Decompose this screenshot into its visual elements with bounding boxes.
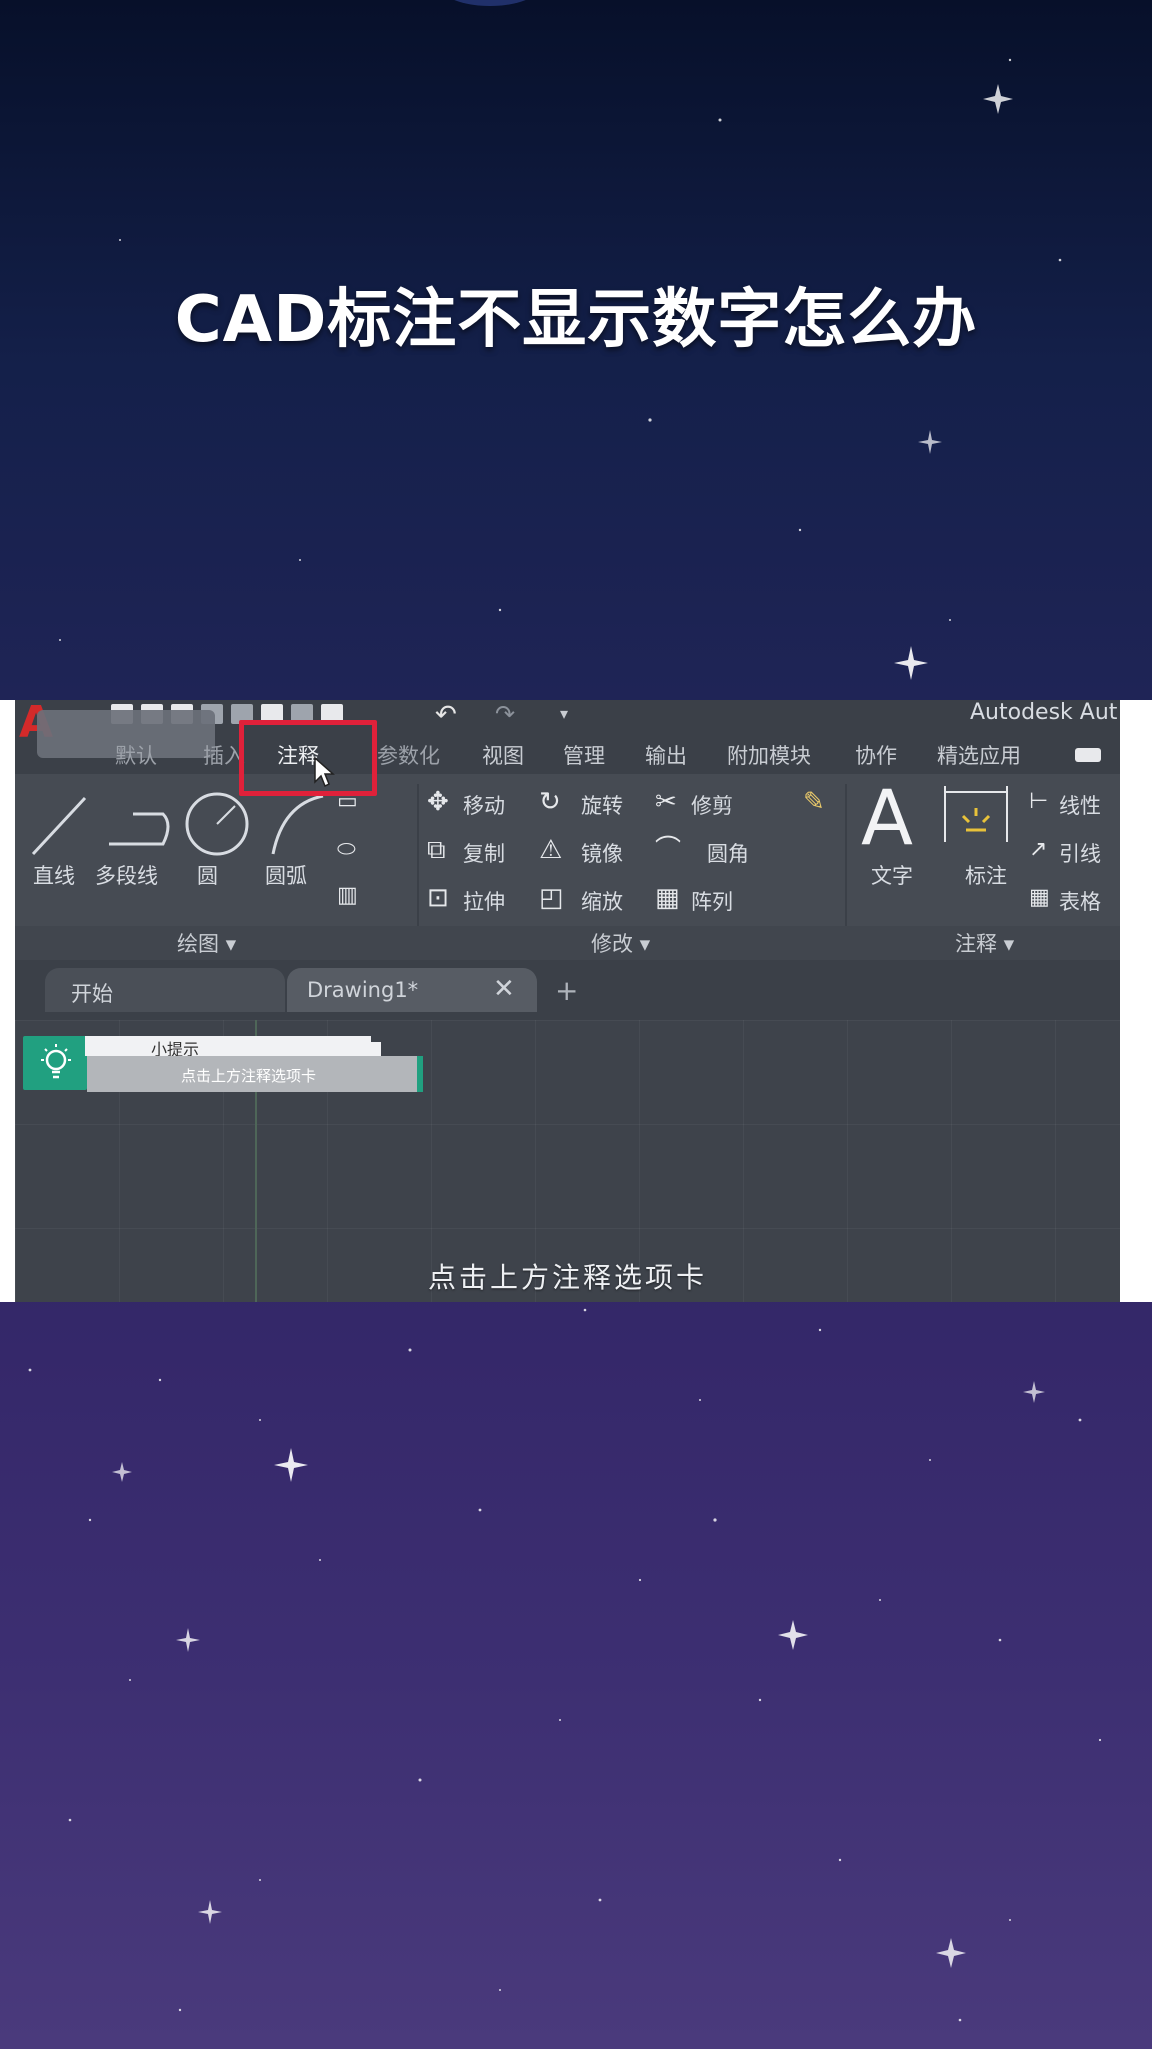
tool-polyline[interactable]: 多段线 bbox=[95, 860, 158, 890]
panel-title-draw[interactable]: 绘图 ▾ bbox=[177, 928, 236, 958]
tool-circle[interactable]: 圆 bbox=[197, 860, 218, 890]
draw-tool-icons bbox=[31, 792, 324, 856]
tool-stretch[interactable]: 拉伸 bbox=[463, 886, 505, 916]
top-decoration bbox=[440, 0, 540, 6]
video-caption: 点击上方注释选项卡 bbox=[427, 1261, 707, 1294]
tab-view[interactable]: 视图 bbox=[482, 740, 524, 770]
tool-linear[interactable]: 线性 bbox=[1059, 790, 1101, 820]
mirror-icon: ⚠ bbox=[539, 835, 563, 865]
cad-screenshot: ↶ ↷ ▾ Autodesk Aut A 默认 插入 注释 参数化 视图 管理 … bbox=[15, 700, 1120, 1302]
doc-tab-drawing1-label: Drawing1* bbox=[307, 978, 419, 1002]
close-icon[interactable]: ✕ bbox=[493, 974, 515, 1004]
mouse-cursor-icon bbox=[314, 756, 335, 788]
ribbon-tabs: 默认 插入 注释 参数化 视图 管理 输出 附加模块 协作 精选应用 bbox=[15, 730, 1120, 774]
panel-title-modify[interactable]: 修改 ▾ bbox=[591, 928, 650, 958]
linear-dimension-icon: ⊢ bbox=[1029, 789, 1049, 814]
annotate-tab-highlight bbox=[239, 720, 377, 796]
tool-dimension[interactable]: 标注 bbox=[965, 860, 1007, 890]
pencil-icon[interactable]: ✎ bbox=[803, 788, 825, 816]
move-icon: ✥ bbox=[427, 787, 449, 817]
page-title: CAD标注不显示数字怎么办 bbox=[174, 283, 978, 357]
doc-tab-start-label: 开始 bbox=[71, 982, 113, 1006]
tool-text[interactable]: 文字 bbox=[871, 860, 913, 890]
array-icon: ▦ bbox=[655, 883, 680, 913]
undo-icon[interactable]: ↶ bbox=[435, 700, 457, 730]
tab-parametric[interactable]: 参数化 bbox=[377, 740, 440, 770]
table-icon: ▦ bbox=[1029, 885, 1050, 910]
tab-collaborate[interactable]: 协作 bbox=[855, 740, 897, 770]
tool-leader[interactable]: 引线 bbox=[1059, 838, 1101, 868]
tool-move[interactable]: 移动 bbox=[463, 790, 505, 820]
tool-trim[interactable]: 修剪 bbox=[691, 790, 733, 820]
copy-icon: ⧉ bbox=[427, 835, 446, 865]
tip-badge bbox=[23, 1036, 87, 1090]
screenshot-border-left bbox=[0, 700, 15, 1302]
tab-featured-apps[interactable]: 精选应用 bbox=[937, 740, 1021, 770]
minimize-ribbon-icon[interactable] bbox=[1075, 748, 1101, 762]
text-tool-icon[interactable]: A bbox=[861, 776, 913, 860]
stretch-icon: ⊡ bbox=[427, 883, 449, 913]
tool-mirror[interactable]: 镜像 bbox=[581, 838, 623, 868]
lightbulb-icon bbox=[41, 1044, 71, 1079]
tool-scale[interactable]: 缩放 bbox=[581, 886, 623, 916]
tool-line[interactable]: 直线 bbox=[33, 860, 75, 890]
ribbon-panel: 直线 多段线 圆 圆弧 ▭ ⬭ ▥ ✥ 移动 ↻ 旋转 ✂ 修剪 ✎ ⧉ 复制 … bbox=[15, 774, 1120, 960]
tool-table[interactable]: 表格 bbox=[1059, 886, 1101, 916]
tip-header bbox=[85, 1036, 371, 1056]
screenshot-border-right bbox=[1120, 700, 1152, 1302]
tool-copy[interactable]: 复制 bbox=[463, 838, 505, 868]
rotate-icon: ↻ bbox=[539, 787, 561, 817]
tab-manage[interactable]: 管理 bbox=[563, 740, 605, 770]
fillet-icon: ⌒ bbox=[655, 835, 682, 865]
hatch-icon[interactable]: ▥ bbox=[337, 882, 358, 910]
tab-addins[interactable]: 附加模块 bbox=[727, 740, 811, 770]
window-title: Autodesk Aut bbox=[970, 700, 1118, 725]
trim-icon: ✂ bbox=[655, 787, 677, 817]
tool-fillet[interactable]: 圆角 bbox=[707, 838, 749, 868]
redo-icon[interactable]: ↷ bbox=[495, 700, 515, 728]
tab-default[interactable]: 默认 bbox=[115, 740, 157, 770]
ellipse-icon[interactable]: ⬭ bbox=[337, 836, 356, 864]
scale-icon: ◰ bbox=[539, 883, 564, 913]
tip-text: 点击上方注释选项卡 bbox=[181, 1067, 317, 1085]
tool-arc[interactable]: 圆弧 bbox=[265, 860, 307, 890]
tool-rotate[interactable]: 旋转 bbox=[581, 790, 623, 820]
customize-toolbar-icon[interactable]: ▾ bbox=[560, 704, 568, 723]
tip-header-edge bbox=[371, 1042, 381, 1056]
panel-title-annotation[interactable]: 注释 ▾ bbox=[955, 928, 1014, 958]
dimension-tool-icon[interactable] bbox=[939, 782, 1013, 856]
tab-output[interactable]: 输出 bbox=[645, 740, 687, 770]
leader-icon: ↗ bbox=[1029, 837, 1048, 862]
document-tabs: 开始 Drawing1* ✕ + bbox=[15, 960, 1120, 1016]
new-tab-icon[interactable]: + bbox=[555, 974, 578, 1007]
tool-array[interactable]: 阵列 bbox=[691, 886, 733, 916]
